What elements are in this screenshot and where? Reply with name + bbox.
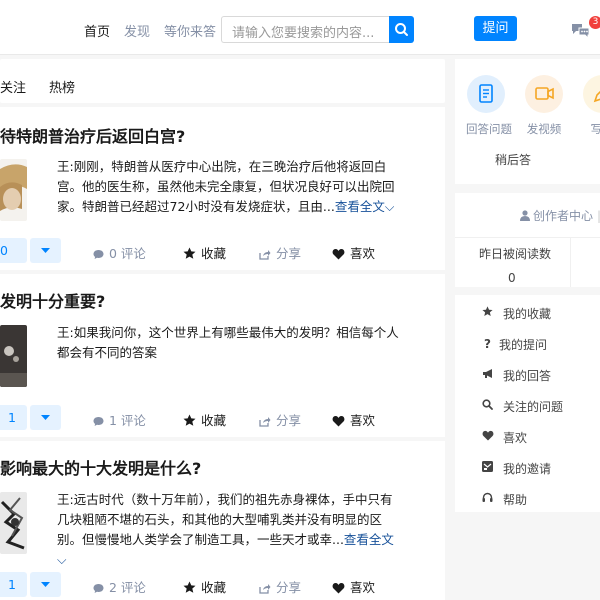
heart-icon [332, 416, 345, 427]
star-icon [482, 306, 493, 316]
feed-post: 发明十分重要? 王:如果我问你，这个世界上有哪些最伟大的发明？相信每个人都会有不… [0, 274, 445, 437]
stat-value: 0 [508, 271, 516, 285]
post-video-entry[interactable]: 发视频 [524, 75, 564, 137]
post-excerpt[interactable]: 王:刚刚，特朗普从医疗中心出院，在三晚治疗后他将返回白宫。他的医生称，虽然他未完… [57, 157, 402, 217]
heart-icon [332, 249, 345, 260]
share-icon [259, 584, 271, 594]
comment-icon [93, 250, 104, 259]
search-button[interactable] [389, 16, 414, 43]
comment-button[interactable]: 1 评论 [93, 410, 146, 429]
downvote-button[interactable] [30, 405, 61, 430]
creator-center-panel: 创作者中心 | 昨日被阅读数 0 [455, 193, 600, 287]
star-icon [183, 247, 196, 259]
creator-center-link[interactable]: 创作者中心 | [520, 207, 600, 224]
chevron-down-icon: ⌵ [384, 199, 395, 214]
search-icon [482, 399, 493, 410]
downvote-button[interactable] [30, 238, 61, 263]
nav-discover[interactable]: 发现 [124, 21, 150, 40]
headset-icon [482, 492, 493, 502]
post-excerpt[interactable]: 王:如果我问你，这个世界上有哪些最伟大的发明？相信每个人都会有不同的答案 [57, 323, 402, 363]
heart-icon [332, 583, 345, 594]
megaphone-icon [483, 369, 492, 378]
divider [570, 237, 571, 287]
invite-icon [482, 461, 493, 472]
feed-tabs: 关注 热榜 [0, 59, 445, 103]
comment-icon [93, 417, 104, 426]
favorite-button[interactable]: 收藏 [183, 243, 226, 262]
menu-my-favorites[interactable]: 我的收藏 [482, 305, 551, 322]
menu-my-questions[interactable]: ? 我的提问 [484, 336, 547, 353]
user-icon [520, 210, 530, 221]
answer-icon [467, 75, 505, 113]
divider [455, 237, 600, 238]
search-icon [395, 23, 408, 36]
upvote-button[interactable]: 0 [0, 238, 27, 263]
post-actions: 1 2 评论 收藏 分享 喜欢 [0, 572, 445, 598]
top-navbar: 首页 发现 等你来答 请输入您要搜索的内容... 提问 3 [0, 0, 600, 55]
heart-icon [482, 430, 494, 441]
menu-my-invitations[interactable]: 我的邀请 [482, 460, 551, 477]
share-button[interactable]: 分享 [259, 577, 301, 596]
share-icon [259, 417, 271, 427]
video-icon [525, 75, 563, 113]
comment-icon [93, 584, 104, 593]
post-title[interactable]: 待特朗普治疗后返回白宫? [0, 123, 185, 147]
share-button[interactable]: 分享 [259, 410, 301, 429]
stat-label: 昨日被阅读数 [479, 247, 552, 261]
share-button[interactable]: 分享 [259, 243, 301, 262]
caret-down-icon [41, 415, 50, 420]
menu-likes[interactable]: 喜欢 [482, 429, 527, 446]
nav-waiting-answers[interactable]: 等你来答 [164, 21, 216, 40]
post-title[interactable]: 影响最大的十大发明是什么? [0, 455, 201, 479]
question-icon: ? [484, 337, 491, 351]
share-icon [259, 250, 271, 260]
message-count-badge: 3 [589, 16, 600, 29]
pencil-icon [583, 75, 600, 113]
feed-post: 影响最大的十大发明是什么? 王:远古时代（数十万年前），我们的祖先赤身裸体，手中… [0, 441, 445, 600]
main-feed: 关注 热榜 待特朗普治疗后返回白宫? 王:刚刚，特朗普从医疗中心出院，在三晚治疗… [0, 59, 445, 600]
post-thumbnail[interactable] [0, 325, 27, 387]
nav-home[interactable]: 首页 [84, 21, 110, 40]
read-more-link[interactable]: 查看全文 [335, 199, 385, 214]
favorite-button[interactable]: 收藏 [183, 577, 226, 596]
comment-button[interactable]: 0 评论 [93, 243, 146, 262]
like-button[interactable]: 喜欢 [332, 410, 375, 429]
menu-followed-questions[interactable]: 关注的问题 [482, 398, 563, 415]
create-panel: 回答问题 发视频 写文 稍后答 [455, 59, 600, 184]
upvote-button[interactable]: 1 [0, 572, 27, 597]
write-article-entry[interactable]: 写文 [582, 75, 600, 137]
like-button[interactable]: 喜欢 [332, 577, 375, 596]
read-more-link[interactable]: 查看全文 [344, 532, 394, 547]
answer-question-entry[interactable]: 回答问题 [466, 75, 512, 137]
like-button[interactable]: 喜欢 [332, 243, 375, 262]
caret-down-icon [41, 248, 50, 253]
search-input[interactable]: 请输入您要搜索的内容... [221, 16, 389, 43]
user-menu-panel: 我的收藏 ? 我的提问 我的回答 关注的问题 喜欢 我的邀请 帮助 [455, 295, 600, 512]
post-title[interactable]: 发明十分重要? [0, 288, 105, 312]
chevron-down-icon: ⌵ [57, 552, 67, 567]
post-excerpt[interactable]: 王:远古时代（数十万年前），我们的祖先赤身裸体，手中只有几块粗陋不堪的石头，和其… [57, 490, 402, 570]
tab-follow[interactable]: 关注 [0, 77, 26, 96]
downvote-button[interactable] [30, 572, 61, 597]
feed-post: 待特朗普治疗后返回白宫? 王:刚刚，特朗普从医疗中心出院，在三晚治疗后他将返回白… [0, 107, 445, 270]
post-actions: 1 1 评论 收藏 分享 喜欢 [0, 405, 445, 431]
menu-help[interactable]: 帮助 [482, 491, 527, 508]
favorite-button[interactable]: 收藏 [183, 410, 226, 429]
caret-down-icon [41, 582, 50, 587]
post-thumbnail[interactable] [0, 159, 27, 221]
answer-later-entry[interactable]: 稍后答 [495, 151, 531, 168]
menu-my-answers[interactable]: 我的回答 [483, 367, 551, 384]
ask-question-button[interactable]: 提问 [474, 16, 517, 41]
post-thumbnail[interactable] [0, 492, 27, 554]
star-icon [183, 414, 196, 426]
tab-hot[interactable]: 热榜 [49, 77, 75, 96]
star-icon [183, 581, 196, 593]
message-icon[interactable] [571, 22, 591, 38]
post-actions: 0 0 评论 收藏 分享 喜欢 [0, 238, 445, 264]
comment-button[interactable]: 2 评论 [93, 577, 146, 596]
upvote-button[interactable]: 1 [0, 405, 27, 430]
